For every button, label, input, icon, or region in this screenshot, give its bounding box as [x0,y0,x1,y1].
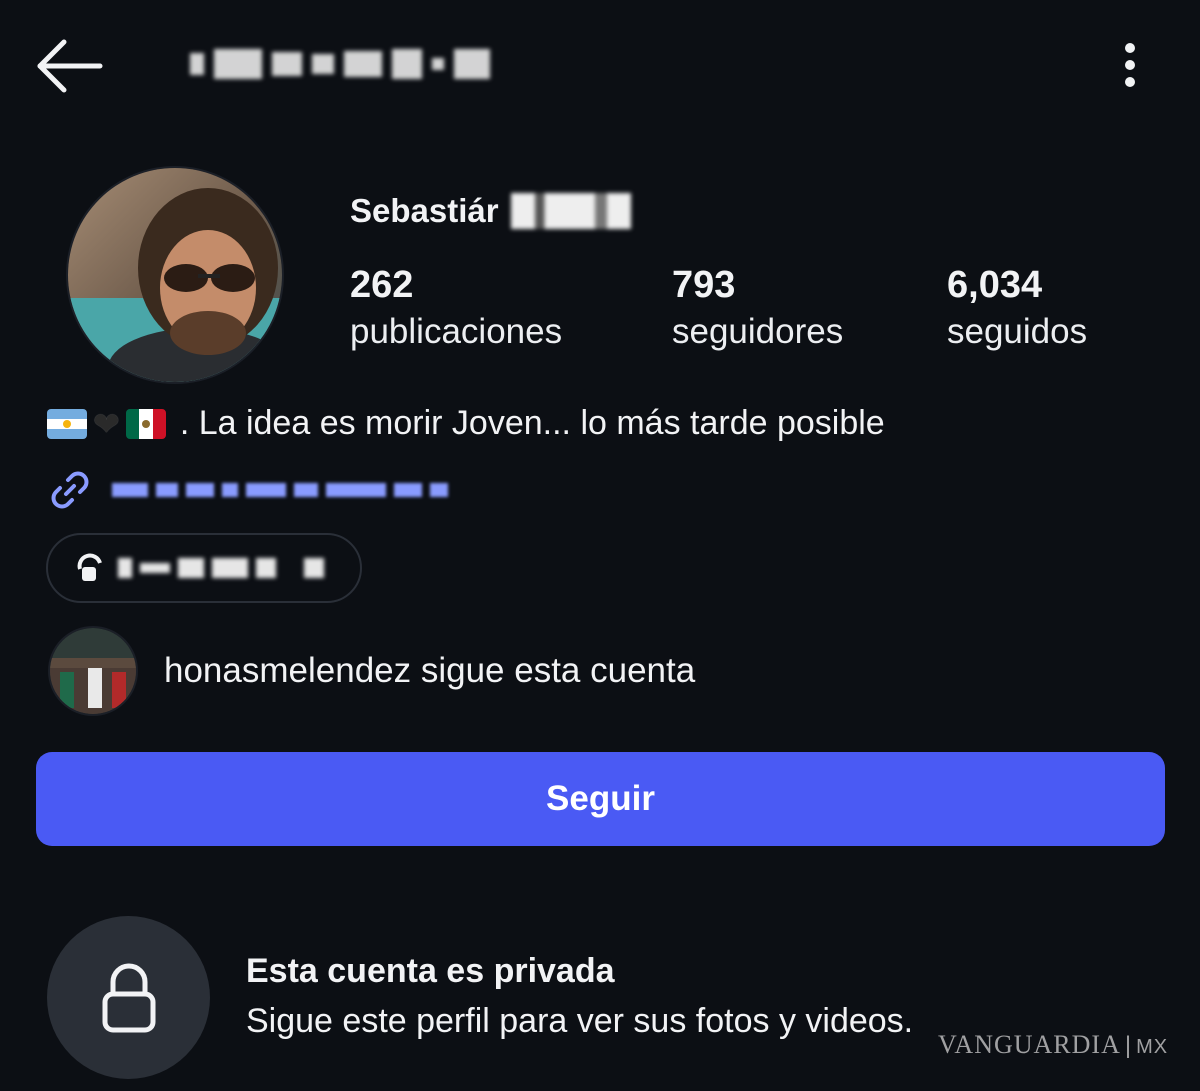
mutual-follower-row[interactable]: honasmelendez sigue esta cuenta [48,626,695,716]
profile-link[interactable] [46,466,448,514]
stat-followers[interactable]: 793 seguidores [672,262,843,356]
follow-button[interactable]: Seguir [36,752,1165,846]
display-name-text: Sebastiár [350,192,499,229]
private-account-title: Esta cuenta es privada [246,952,615,990]
bio-text: . La idea es morir Joven... lo más tarde… [179,404,885,442]
stat-followers-label: seguidores [672,312,844,351]
watermark-country: MX [1136,1036,1169,1058]
mutual-follower-text: honasmelendez sigue esta cuenta [164,651,696,690]
stat-following[interactable]: 6,034 seguidos [947,262,1087,356]
stat-following-value: 6,034 [947,264,1043,306]
threads-handle-redacted [118,558,324,578]
avatar-photo [68,168,282,382]
arrow-left-icon [37,39,103,93]
display-name-redacted [510,193,631,229]
back-button[interactable] [34,36,106,96]
threads-badge[interactable] [46,533,362,603]
private-account-subtitle: Sigue este perfil para ver sus fotos y v… [246,1002,914,1040]
lock-icon [102,963,155,1032]
link-url-redacted [112,483,448,497]
stat-posts-label: publicaciones [350,312,563,351]
bio: ❤ . La idea es morir Joven... lo más tar… [47,404,885,443]
username-redacted [190,44,490,84]
watermark-separator: | [1124,1032,1133,1059]
stat-posts-value: 262 [350,264,414,306]
argentina-flag-icon [47,408,87,439]
stat-followers-value: 793 [672,264,736,306]
more-options-button[interactable] [1110,38,1150,94]
top-bar [0,0,1200,130]
link-icon [51,471,89,509]
profile-avatar[interactable] [66,166,284,384]
profile-screen: Sebastiár 262 publicaciones 793 seguidor… [0,0,1200,1091]
display-name: Sebastiár [350,192,631,230]
black-heart-icon: ❤ [93,405,120,442]
more-vertical-icon [1110,43,1150,87]
watermark-brand: VANGUARDIA [938,1030,1121,1059]
mutual-avatar-photo [50,628,136,714]
stat-following-label: seguidos [947,312,1088,351]
threads-icon [77,553,102,581]
stat-posts[interactable]: 262 publicaciones [350,262,562,356]
mutual-follower-avatar[interactable] [48,626,138,716]
private-lock-badge [47,916,210,1079]
publisher-watermark: VANGUARDIA | MX [938,1030,1168,1060]
mexico-flag-icon [125,408,166,439]
